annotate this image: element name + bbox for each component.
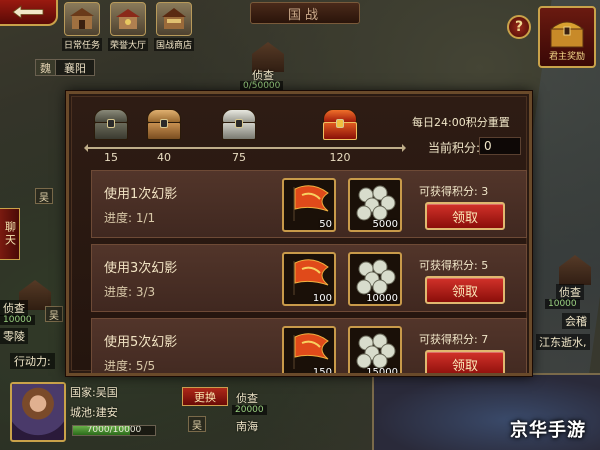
milestone-progress: 15 40 75 120 每日24:00积分重置 当前积分: 0 <box>72 97 529 165</box>
coins-icon <box>356 259 396 295</box>
bottom-city-name[interactable]: 南海 <box>236 418 258 434</box>
action-points-label: 行动力: <box>10 353 55 369</box>
war-shop-button[interactable]: 国战商店 <box>152 2 196 54</box>
bottom-scout-label: 侦查 <box>236 392 258 405</box>
help-button[interactable]: ? <box>507 15 531 39</box>
current-score-value: 0 <box>479 137 521 155</box>
chest-lock <box>107 119 115 128</box>
reward-item-slot[interactable]: 150 <box>282 326 336 376</box>
chest-lock <box>160 119 168 128</box>
task-title: 使用3次幻影 <box>104 261 178 276</box>
left-scout-label: 侦查 <box>0 300 28 316</box>
milestone-chest-icon[interactable] <box>147 109 181 141</box>
milestone-value: 120 <box>329 151 351 164</box>
bottom-scout-value-text: 20000 <box>235 405 264 415</box>
page-title: 国战 <box>250 2 360 24</box>
earn-points-text: 可获得积分: 5 <box>419 259 489 272</box>
chest-lock <box>235 119 243 128</box>
milestone-chest-icon[interactable] <box>94 109 128 141</box>
right-region-name: 江东逝水, <box>536 334 590 350</box>
honor-hall-button[interactable]: 荣誉大厅 <box>106 2 150 54</box>
troop-bar-text: 7000/10000 <box>86 425 142 435</box>
right-scout-label: 侦查 <box>556 284 584 300</box>
milestone-chest-icon[interactable] <box>323 109 357 141</box>
phantom-flag-icon <box>293 259 329 295</box>
task-progress: 进度: 3/3 <box>104 285 156 299</box>
right-scout-value-text: 10000 <box>548 299 577 309</box>
reward-item-slot[interactable]: 100 <box>282 252 336 306</box>
wu-kingdom-badge: 吴 <box>35 188 53 204</box>
left-city-name[interactable]: 零陵 <box>0 328 28 344</box>
milestone-chest-icon[interactable] <box>222 109 256 141</box>
phantom-flag-icon <box>293 333 329 369</box>
bottom-scout-value: 20000 <box>232 405 267 415</box>
claim-button[interactable]: 领取 <box>425 202 505 230</box>
left-scout-value-text: 10000 <box>3 315 32 325</box>
right-scout-value: 10000 <box>545 299 580 309</box>
coins-icon <box>356 185 396 221</box>
task-title: 使用1次幻影 <box>104 187 178 202</box>
phantom-flag-icon <box>293 185 329 221</box>
chest-lock <box>336 119 344 128</box>
daily-quest-icon <box>64 2 100 36</box>
milestone-value: 75 <box>232 151 246 164</box>
reward-item-slot[interactable]: 50 <box>282 178 336 232</box>
wu-kingdom-badge: 吴 <box>188 416 206 432</box>
claim-button[interactable]: 领取 <box>425 276 505 304</box>
milestone-value: 40 <box>157 151 171 164</box>
reward-item-slot[interactable]: 5000 <box>348 178 402 232</box>
kingdom-badge: 魏 <box>36 60 56 75</box>
task-row: 使用1次幻影 进度: 1/1 50 5000 可获得积分: 3 领取 <box>91 170 527 238</box>
milestone-value: 15 <box>104 151 118 164</box>
reward-item-slot[interactable]: 15000 <box>348 326 402 376</box>
swap-button[interactable]: 更换 <box>182 387 228 406</box>
item-quantity: 50 <box>319 219 332 230</box>
city-name: 襄阳 <box>64 61 86 75</box>
earn-points-text: 可获得积分: 3 <box>419 185 489 198</box>
coins-icon <box>356 333 396 369</box>
scout-value-text: 0/50000 <box>243 81 281 91</box>
lord-reward-label: 君主奖励 <box>548 52 585 62</box>
back-arrow-icon <box>12 5 44 19</box>
honor-hall-label: 荣誉大厅 <box>107 38 148 51</box>
item-quantity: 5000 <box>372 219 398 230</box>
earn-points-text: 可获得积分: 7 <box>419 333 489 346</box>
city-text: 城池:建安 <box>70 406 118 419</box>
avatar[interactable] <box>10 382 66 442</box>
item-quantity: 10000 <box>366 293 398 304</box>
daily-quest-button[interactable]: 日常任务 <box>60 2 104 54</box>
task-row: 使用5次幻影 进度: 5/5 150 15000 可获得积分: 7 领取 <box>91 318 527 376</box>
task-title: 使用5次幻影 <box>104 335 178 350</box>
wu-kingdom-badge: 吴 <box>45 306 63 322</box>
item-quantity: 150 <box>312 367 332 376</box>
item-quantity: 100 <box>312 293 332 304</box>
reset-time-text: 每日24:00积分重置 <box>412 116 510 129</box>
chat-button[interactable]: 聊天 <box>0 208 20 260</box>
treasure-chest-icon <box>549 21 585 48</box>
reward-item-slot[interactable]: 10000 <box>348 252 402 306</box>
war-shop-icon <box>156 2 192 36</box>
milestone-track <box>84 144 406 152</box>
task-progress: 进度: 1/1 <box>104 211 156 225</box>
task-row: 使用3次幻影 进度: 3/3 100 10000 可获得积分: 5 领取 <box>91 244 527 312</box>
current-score-label: 当前积分: <box>428 141 481 155</box>
right-city-name[interactable]: 会稽 <box>562 313 590 329</box>
item-quantity: 15000 <box>366 367 398 376</box>
event-panel: 15 40 75 120 每日24:00积分重置 当前积分: 0 使用1次幻影 … <box>66 91 532 376</box>
lord-reward-button[interactable]: 君主奖励 <box>538 6 596 68</box>
task-progress: 进度: 5/5 <box>104 359 156 373</box>
scout-value: 0/50000 <box>240 81 284 91</box>
honor-hall-icon <box>110 2 146 36</box>
troop-bar: 7000/10000 <box>72 425 156 436</box>
war-shop-label: 国战商店 <box>153 38 194 51</box>
back-button[interactable] <box>0 0 58 26</box>
left-scout-value: 10000 <box>0 315 35 325</box>
event-panel-inner: 15 40 75 120 每日24:00积分重置 当前积分: 0 使用1次幻影 … <box>71 96 527 373</box>
watermark-text: 京华手游 <box>510 420 586 441</box>
country-text: 国家:吴国 <box>70 386 118 399</box>
daily-quest-label: 日常任务 <box>61 38 102 51</box>
claim-button[interactable]: 领取 <box>425 350 505 373</box>
region-tag-xiangyang[interactable]: 魏 襄阳 <box>35 59 95 76</box>
